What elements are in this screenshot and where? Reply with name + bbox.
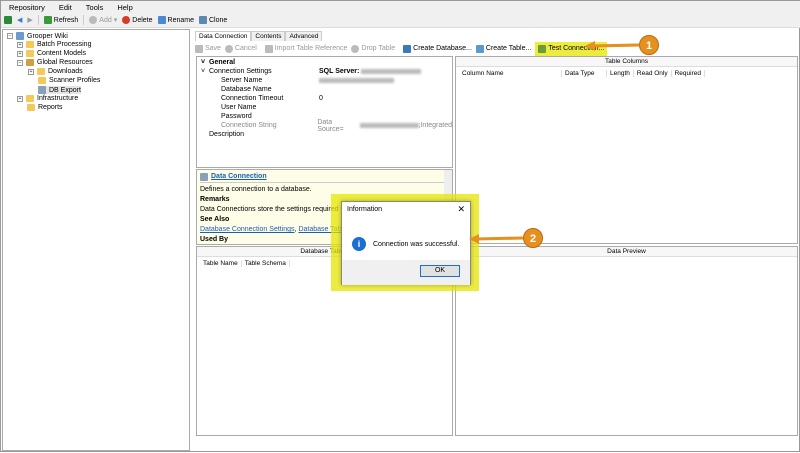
arrow-2 <box>474 236 524 241</box>
callout-1: 1 <box>639 35 659 55</box>
callout-2: 2 <box>523 228 543 248</box>
annotation-arrows <box>469 41 640 244</box>
arrow-1 <box>590 43 640 48</box>
arrowhead-2 <box>469 234 479 244</box>
arrowhead-1 <box>585 41 595 51</box>
